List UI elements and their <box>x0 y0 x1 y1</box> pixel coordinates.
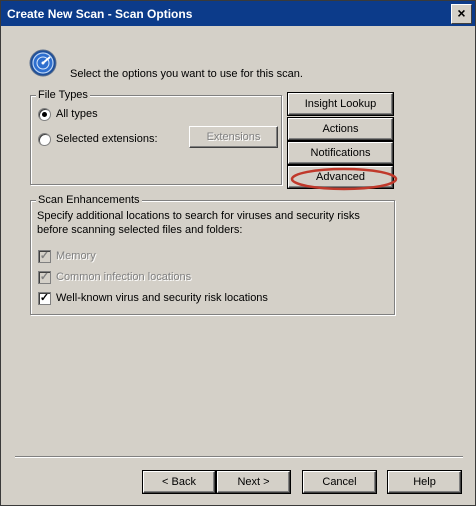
selected-extensions-label[interactable]: Selected extensions: <box>56 133 158 145</box>
advanced-button[interactable]: Advanced <box>288 166 393 188</box>
enhancements-description-line1: Specify additional locations to search f… <box>37 210 360 222</box>
help-button[interactable]: Help <box>388 471 461 493</box>
insight-lookup-button[interactable]: Insight Lookup <box>288 93 393 115</box>
next-button[interactable]: Next > <box>217 471 290 493</box>
actions-button[interactable]: Actions <box>288 118 393 140</box>
all-types-radio[interactable] <box>38 108 51 121</box>
file-types-legend: File Types <box>36 89 90 101</box>
cancel-button[interactable]: Cancel <box>303 471 376 493</box>
close-button[interactable]: × <box>451 4 472 24</box>
well-known-locations-checkbox[interactable]: ✓ <box>38 292 51 305</box>
enhancements-description-line2: before scanning selected files and folde… <box>37 224 243 236</box>
extensions-button[interactable]: Extensions <box>189 126 278 148</box>
scan-enhancements-legend: Scan Enhancements <box>36 194 142 206</box>
notifications-button[interactable]: Notifications <box>288 142 393 164</box>
all-types-label[interactable]: All types <box>56 108 98 120</box>
back-button[interactable]: < Back <box>143 471 215 493</box>
scan-radar-icon <box>29 49 57 77</box>
well-known-locations-label[interactable]: Well-known virus and security risk locat… <box>56 292 268 304</box>
selected-extensions-radio[interactable] <box>38 133 51 146</box>
memory-label[interactable]: Memory <box>56 250 96 262</box>
instruction-text: Select the options you want to use for t… <box>70 68 303 80</box>
window-title: Create New Scan - Scan Options <box>7 7 193 21</box>
common-infection-locations-label[interactable]: Common infection locations <box>56 271 191 283</box>
footer-separator-highlight <box>15 457 463 458</box>
title-bar[interactable]: Create New Scan - Scan Options × <box>1 1 475 26</box>
scan-options-dialog: Create New Scan - Scan Options × Select … <box>0 0 476 506</box>
memory-checkbox[interactable]: ✓ <box>38 250 51 263</box>
common-infection-locations-checkbox[interactable]: ✓ <box>38 271 51 284</box>
